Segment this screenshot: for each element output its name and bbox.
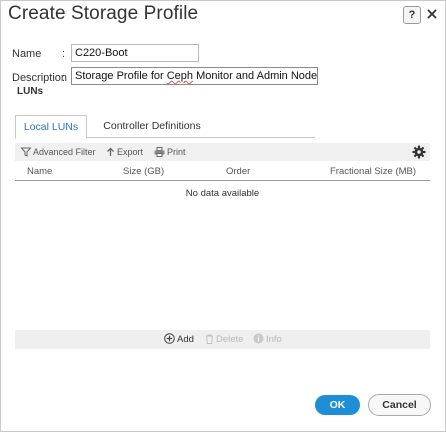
cancel-button[interactable]: Cancel — [368, 394, 431, 416]
description-input[interactable]: Storage Profile for Ceph Monitor and Adm… — [71, 67, 318, 85]
help-button[interactable]: ? — [403, 6, 421, 24]
name-input[interactable]: C220-Boot — [71, 44, 199, 62]
table-actions-bar: Add Delete Info — [15, 330, 430, 349]
luns-section-title: LUNs — [17, 86, 44, 97]
gear-icon[interactable] — [412, 145, 426, 159]
column-header-size[interactable]: Size (GB) — [123, 164, 164, 180]
tab-local-luns[interactable]: Local LUNs — [15, 115, 87, 139]
add-label: Add — [177, 334, 194, 345]
trash-icon — [206, 334, 213, 344]
printer-icon — [154, 147, 165, 157]
name-input-value: C220-Boot — [75, 47, 128, 59]
description-label: Description — [12, 72, 68, 84]
export-label: Export — [117, 147, 144, 157]
ok-button[interactable]: OK — [315, 395, 360, 415]
description-colon: : — [62, 72, 66, 84]
table-toolbar: Advanced Filter Export Print — [15, 143, 430, 161]
info-label: Info — [266, 334, 282, 345]
description-text-part2: Monitor and Admin Nodes — [193, 70, 318, 82]
column-header-name[interactable]: Name — [27, 164, 52, 180]
luns-table-panel: Advanced Filter Export Print Name Size (… — [15, 138, 430, 349]
info-icon — [253, 333, 264, 344]
empty-table-message: No data available — [185, 188, 260, 199]
dialog-title: Create Storage Profile — [8, 3, 199, 24]
info-button[interactable]: Info — [253, 330, 282, 349]
column-header-fractional-size[interactable]: Fractional Size (MB) — [330, 164, 416, 180]
description-text-part1: Storage Profile for — [75, 70, 167, 82]
filter-icon — [20, 147, 32, 157]
export-icon — [107, 147, 114, 156]
delete-button[interactable]: Delete — [205, 330, 243, 349]
close-button[interactable] — [425, 7, 439, 21]
print-label: Print — [167, 147, 186, 157]
tab-controller-definitions[interactable]: Controller Definitions — [97, 115, 207, 137]
table-header: Name Size (GB) Order Fractional Size (MB… — [15, 164, 430, 181]
create-storage-profile-dialog: Create Storage Profile ? Name : C220-Boo… — [0, 0, 446, 432]
add-icon — [164, 333, 175, 344]
luns-tabs: Local LUNs Controller Definitions — [15, 115, 315, 139]
name-colon: : — [62, 48, 66, 60]
add-button[interactable]: Add — [164, 330, 194, 349]
name-label: Name — [12, 48, 42, 60]
advanced-filter-button[interactable]: Advanced Filter — [20, 143, 96, 161]
export-button[interactable]: Export — [106, 143, 143, 161]
description-misspelled-word: Ceph — [166, 70, 194, 82]
column-header-order[interactable]: Order — [226, 164, 250, 180]
delete-label: Delete — [216, 334, 244, 345]
advanced-filter-label: Advanced Filter — [33, 147, 96, 157]
close-icon — [427, 9, 437, 19]
print-button[interactable]: Print — [154, 143, 186, 161]
